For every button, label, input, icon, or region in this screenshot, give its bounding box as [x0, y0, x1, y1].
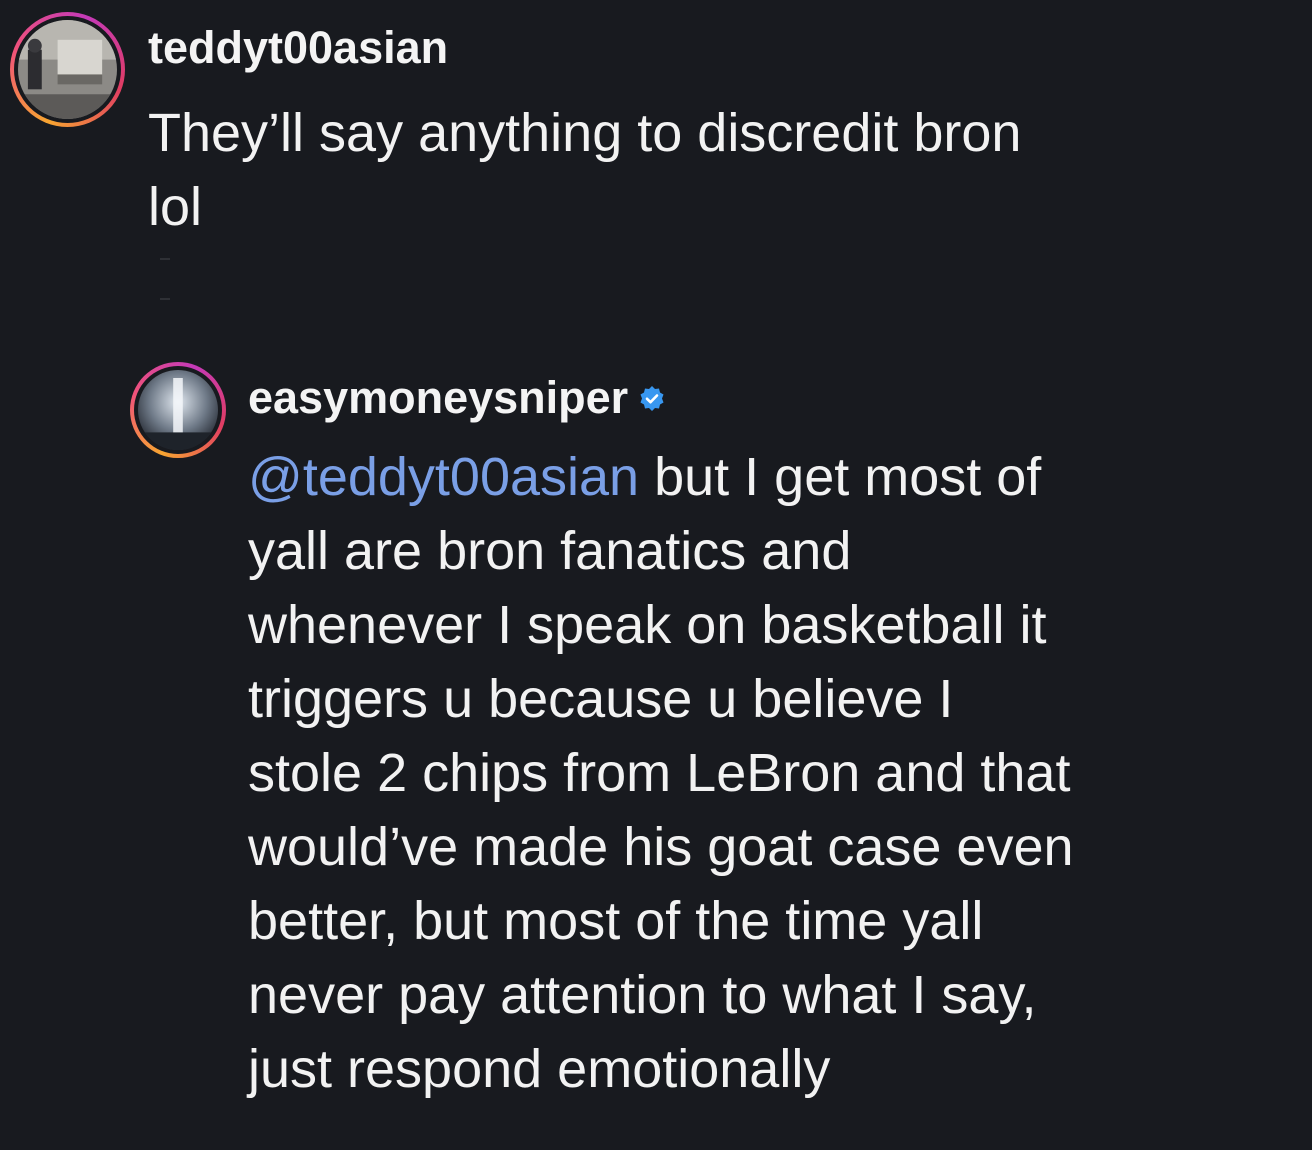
reply-text-line: better, but most of the time yall	[248, 891, 984, 951]
avatar-photo	[18, 20, 117, 119]
reply-text-line: whenever I speak on basketball it	[248, 595, 1047, 655]
avatar-easymoneysniper[interactable]	[130, 362, 226, 458]
avatar-teddyt00asian[interactable]	[10, 12, 125, 127]
comment-teddyt00asian: teddyt00asian They’ll say anything to di…	[0, 0, 1312, 280]
thread-divider	[160, 258, 170, 300]
reply-text-line: @teddyt00asian but I get most of	[248, 440, 1288, 514]
avatar-photo	[138, 370, 218, 450]
verified-badge-icon	[638, 372, 666, 424]
reply-text: @teddyt00asian but I get most of yall ar…	[248, 440, 1288, 1106]
comment-text-line: They’ll say anything to discredit bron	[148, 103, 1022, 163]
reply-text-first: but I get most of	[639, 447, 1042, 507]
reply-text-line: yall are bron fanatics and	[248, 521, 852, 581]
reply-text-line: would’ve made his goat case even	[248, 817, 1074, 877]
reply-text-line: triggers u because u believe I	[248, 669, 954, 729]
comment-text: They’ll say anything to discredit bron l…	[148, 96, 1248, 244]
comment-text-line: lol	[148, 177, 203, 237]
reply-text-line: just respond emotionally	[248, 1039, 831, 1099]
username-easymoneysniper[interactable]: easymoneysniper	[248, 372, 666, 427]
reply-easymoneysniper: easymoneysniper @teddyt00asian but I get…	[0, 350, 1312, 1130]
username-teddyt00asian[interactable]: teddyt00asian	[148, 22, 448, 74]
reply-text-line: stole 2 chips from LeBron and that	[248, 743, 1071, 803]
reply-username[interactable]: easymoneysniper	[248, 372, 628, 423]
reply-text-line: never pay attention to what I say,	[248, 965, 1037, 1025]
mention-link[interactable]: @teddyt00asian	[248, 447, 639, 507]
